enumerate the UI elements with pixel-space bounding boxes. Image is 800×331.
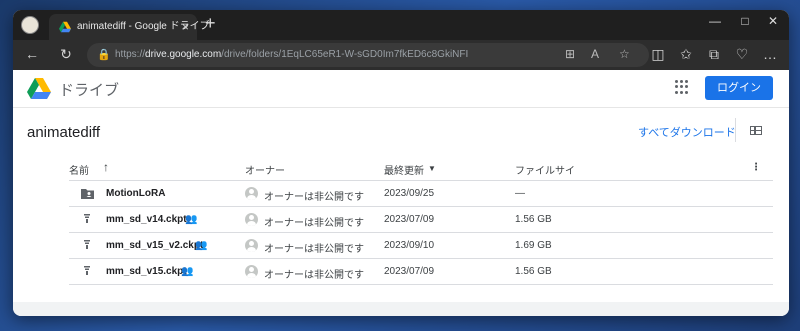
column-owner-header[interactable]: オーナー xyxy=(245,162,285,177)
favorites-icon[interactable]: ✩ xyxy=(677,46,695,63)
active-tab[interactable]: animatediff - Google ドライブ × xyxy=(49,14,210,40)
table-row[interactable]: MotionLoRA オーナーは非公開です 2023/09/25 — xyxy=(69,181,773,207)
drive-header: ドライブ ログイン xyxy=(13,70,789,108)
tab-title: animatediff - Google ドライブ xyxy=(77,21,210,32)
file-icon xyxy=(84,240,90,249)
folder-shared-icon xyxy=(81,189,94,199)
refresh-icon[interactable]: ↻ xyxy=(57,46,75,63)
read-aloud-icon[interactable]: A xyxy=(591,47,599,61)
shared-people-icon: 👥 xyxy=(185,214,198,225)
table-row[interactable]: mm_sd_v15.ckpt 👥 オーナーは非公開です 2023/07/09 1… xyxy=(69,259,773,285)
owner-avatar-icon xyxy=(245,265,258,278)
tab-close-icon[interactable]: × xyxy=(181,14,189,40)
more-vert-icon[interactable]: ⋮ xyxy=(751,162,761,173)
shared-people-icon: 👥 xyxy=(181,266,194,277)
table-row[interactable]: mm_sd_v15_v2.ckpt 👥 オーナーは非公開です 2023/09/1… xyxy=(69,233,773,259)
file-name[interactable]: MotionLoRA xyxy=(106,188,165,199)
grid-view-icon[interactable] xyxy=(750,126,762,135)
owner-text: オーナーは非公開です xyxy=(264,244,364,255)
owner-avatar-icon xyxy=(245,187,258,200)
sort-desc-icon[interactable]: ▼ xyxy=(428,164,436,173)
download-all-button[interactable]: すべてダウンロード xyxy=(638,124,736,140)
apps-grid-icon[interactable] xyxy=(675,80,689,94)
back-icon[interactable]: ← xyxy=(23,46,41,62)
column-size-header[interactable]: ファイルサイ xyxy=(515,162,575,177)
browser-profile-icon[interactable] xyxy=(21,16,39,34)
owner-avatar-icon xyxy=(245,213,258,226)
file-icon xyxy=(84,214,90,223)
owner-avatar-icon xyxy=(245,239,258,252)
file-name[interactable]: mm_sd_v15.ckpt xyxy=(106,266,187,277)
split-screen-icon[interactable]: ◫ xyxy=(649,46,667,63)
collections-icon[interactable]: ⧉ xyxy=(705,46,723,63)
product-name[interactable]: ドライブ xyxy=(59,79,119,100)
column-name-header[interactable]: 名前 xyxy=(69,162,89,177)
file-name[interactable]: mm_sd_v15_v2.ckpt xyxy=(106,240,203,251)
owner-text: オーナーは非公開です xyxy=(264,218,364,229)
table-header: 名前 ↑ オーナー 最終更新 ▼ ファイルサイ ⋮ xyxy=(69,155,773,181)
minimize-icon[interactable]: — xyxy=(705,14,725,28)
close-window-icon[interactable]: ✕ xyxy=(763,14,783,28)
sort-arrow-up-icon[interactable]: ↑ xyxy=(103,160,109,174)
settings-more-icon[interactable]: … xyxy=(761,46,779,62)
new-tab-icon[interactable]: + xyxy=(205,13,216,34)
modified-date: 2023/09/10 xyxy=(384,240,435,251)
maximize-icon[interactable]: □ xyxy=(735,14,755,28)
modified-date: 2023/07/09 xyxy=(384,266,435,277)
column-modified-header[interactable]: 最終更新 xyxy=(384,162,424,177)
browser-essentials-icon[interactable]: ♡ xyxy=(733,46,751,63)
modified-date: 2023/09/25 xyxy=(384,188,435,199)
drive-logo-icon[interactable] xyxy=(27,78,51,99)
table-row[interactable]: mm_sd_v14.ckpt 👥 オーナーは非公開です 2023/07/09 1… xyxy=(69,207,773,233)
shared-people-icon: 👥 xyxy=(195,240,208,251)
url-text: https://drive.google.com/drive/folders/1… xyxy=(115,49,469,60)
file-icon xyxy=(84,266,90,275)
page-bottom-bar xyxy=(13,302,789,316)
owner-text: オーナーは非公開です xyxy=(264,270,364,281)
address-toolbar: ← ↻ 🔒 https://drive.google.com/drive/fol… xyxy=(13,40,789,70)
file-size: 1.69 GB xyxy=(515,240,552,251)
file-size: 1.56 GB xyxy=(515,266,552,277)
file-table: 名前 ↑ オーナー 最終更新 ▼ ファイルサイ ⋮ MotionLoRA オーナ… xyxy=(69,155,773,285)
folder-title: animatediff xyxy=(27,124,101,141)
favorite-star-icon[interactable]: ☆ xyxy=(619,47,630,61)
address-bar[interactable]: 🔒 https://drive.google.com/drive/folders… xyxy=(87,43,649,67)
owner-text: オーナーは非公開です xyxy=(264,192,364,203)
app-available-icon[interactable]: ⊞ xyxy=(565,47,575,61)
file-size: — xyxy=(515,188,525,199)
file-size: 1.56 GB xyxy=(515,214,552,225)
drive-favicon xyxy=(59,21,71,33)
lock-icon[interactable]: 🔒 xyxy=(97,48,111,61)
divider xyxy=(735,118,736,142)
title-bar: animatediff - Google ドライブ × + — □ ✕ xyxy=(13,10,789,40)
file-name[interactable]: mm_sd_v14.ckpt xyxy=(106,214,187,225)
login-button[interactable]: ログイン xyxy=(705,76,773,100)
modified-date: 2023/07/09 xyxy=(384,214,435,225)
